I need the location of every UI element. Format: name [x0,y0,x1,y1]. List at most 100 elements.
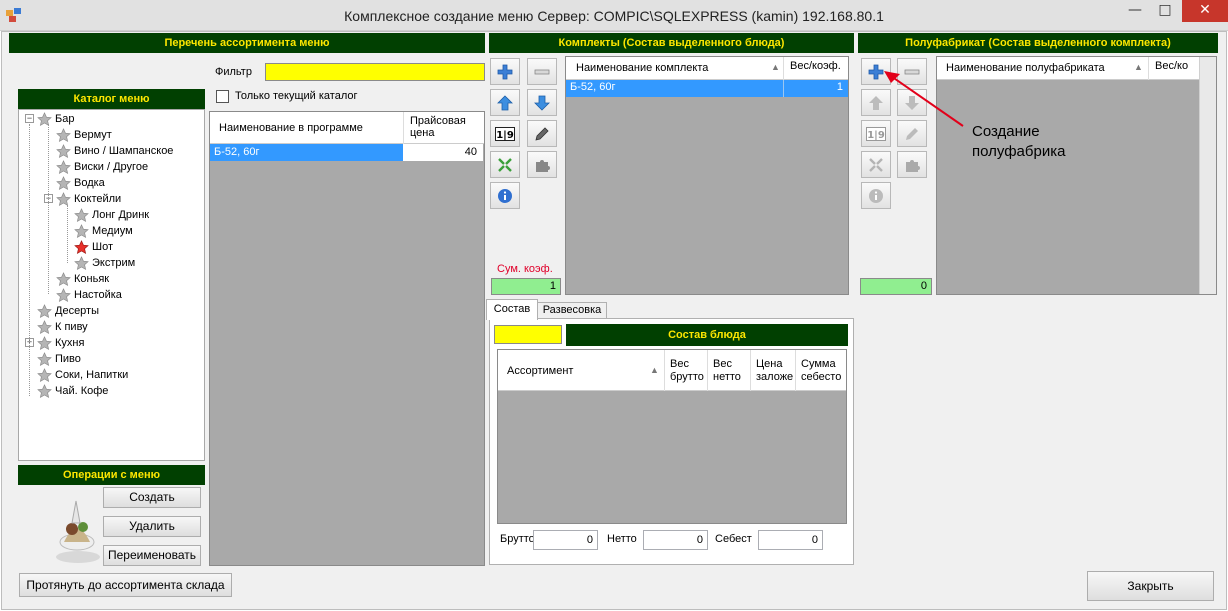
stretch-to-stock-button[interactable]: Протянуть до ассортимента склада [19,573,232,597]
col-price[interactable]: Прайсовая цена [410,115,480,139]
only-current-checkbox[interactable] [216,90,229,103]
tree-node[interactable]: Соки, Напитки [37,367,128,383]
tree-node-label: Бар [55,113,75,125]
annotation-arrow-icon [884,71,964,127]
catalog-tree[interactable]: Бар − Вермут Вино / Шампанское Виски / Друго… [18,109,205,461]
assortment-row-name[interactable]: Б-52, 60г [210,144,403,161]
kits-remove-button[interactable] [527,58,557,85]
close-window-button[interactable]: ✕ [1182,0,1228,22]
assortment-grid[interactable] [209,111,485,566]
star-icon [74,255,89,270]
catalog-header: Каталог меню [18,89,205,109]
tree-node[interactable]: Медиум [74,223,133,239]
tree-node[interactable]: Десерты [37,303,99,319]
tree-node-label: Коктейли [74,193,122,205]
semi-collapse-button[interactable] [861,151,891,178]
tree-node[interactable]: Экстрим [74,255,135,271]
tree-node[interactable]: Пиво [37,351,81,367]
minimize-button[interactable]: — [1120,0,1150,22]
kits-puzzle-button[interactable] [527,151,557,178]
tab-portioning[interactable]: Развесовка [537,302,607,319]
tree-node[interactable]: Кухня [37,335,84,351]
annotation-text: Создание полуфабрика [972,123,1066,160]
sum-coef-label: Сум. коэф. [497,263,553,275]
kits-row[interactable]: Б-52, 60г 1 [566,80,848,97]
tree-guide [67,205,68,263]
tree-node-label: Виски / Другое [74,161,149,173]
assortment-row-price[interactable]: 40 [403,144,483,161]
close-button[interactable]: Закрыть [1087,571,1214,601]
col-semi-weight[interactable]: Вес/ко [1155,60,1188,72]
col-assortment[interactable]: Ассортимент [507,365,573,377]
tree-node-label: Шот [92,241,113,253]
star-icon [37,351,52,366]
col-kit-name[interactable]: Наименование комплекта [576,62,708,74]
tree-node[interactable]: Коньяк [56,271,109,287]
sum-coef-value: 1 [491,278,561,295]
tree-node[interactable]: Коктейли [56,191,121,207]
col-kit-coef[interactable]: Вес/коэф. [790,60,841,72]
tree-node[interactable]: Лонг Дринк [74,207,149,223]
kits-info-button[interactable] [490,182,520,209]
arrow-down-icon [534,95,550,111]
tree-node[interactable]: Бар [37,111,74,127]
semi-sum-value: 0 [860,278,932,295]
tree-guide [29,124,30,396]
sebest-field[interactable]: 0 [758,530,823,550]
minus-icon [534,69,550,74]
filter-input[interactable] [265,63,485,81]
tree-node[interactable]: К пиву [37,319,88,335]
tree-node-label: Настойка [74,289,122,301]
semi-info-button[interactable] [861,182,891,209]
tab-composition[interactable]: Состав [486,299,538,320]
tree-node-label: К пиву [55,321,88,333]
col-brutto[interactable]: Вес брутто [670,358,706,384]
star-icon [56,127,71,142]
star-icon [37,111,52,126]
col-price[interactable]: Цена заложе [756,358,794,384]
semi-grid[interactable] [936,56,1217,295]
assortment-header: Перечень ассортимента меню [9,33,485,53]
tree-node[interactable]: Чай. Кофе [37,383,108,399]
tree-node[interactable]: Водка [56,175,105,191]
tree-node-label: Пиво [55,353,81,365]
netto-label: Нетто [607,533,637,545]
col-netto[interactable]: Вес нетто [713,358,749,384]
star-icon [56,287,71,302]
tree-node-label: Медиум [92,225,133,237]
tree-expander-icon[interactable]: − [25,114,34,123]
rename-button[interactable]: Переименовать [103,545,201,566]
composition-color-input[interactable] [494,325,562,344]
star-icon [37,383,52,398]
kits-down-button[interactable] [527,89,557,116]
netto-field[interactable]: 0 [643,530,708,550]
semi-grid-scrollbar[interactable] [1199,57,1216,294]
kits-edit-button[interactable] [527,120,557,147]
tree-node[interactable]: Настойка [56,287,122,303]
col-name[interactable]: Наименование в программе [219,122,363,134]
tree-node[interactable]: Вино / Шампанское [56,143,173,159]
kits-add-button[interactable] [490,58,520,85]
tree-node[interactable]: Вермут [56,127,112,143]
tree-node[interactable]: Виски / Другое [56,159,148,175]
tree-node-label: Кухня [55,337,85,349]
semi-header: Полуфабрикат (Состав выделенного комплек… [858,33,1218,53]
maximize-button[interactable]: □ [1150,0,1180,22]
kits-up-button[interactable] [490,89,520,116]
puzzle-icon [536,159,550,172]
semi-puzzle-button[interactable] [897,151,927,178]
tree-node[interactable]: Шот [74,239,113,255]
sort-asc-icon: ▲ [1134,62,1143,72]
brutto-field[interactable]: 0 [533,530,598,550]
tree-node-label: Соки, Напитки [55,369,129,381]
tree-node-label: Вермут [74,129,112,141]
delete-button[interactable]: Удалить [103,516,201,537]
brutto-label: Брутто [500,533,535,545]
col-semi-name[interactable]: Наименование полуфабриката [946,62,1105,74]
pencil-icon [535,126,549,141]
kits-collapse-button[interactable] [490,151,520,178]
kits-order-button[interactable]: 1|9 [490,120,520,147]
sebest-label: Себест [715,533,752,545]
create-button[interactable]: Создать [103,487,201,508]
col-cost[interactable]: Сумма себесто [801,358,845,384]
